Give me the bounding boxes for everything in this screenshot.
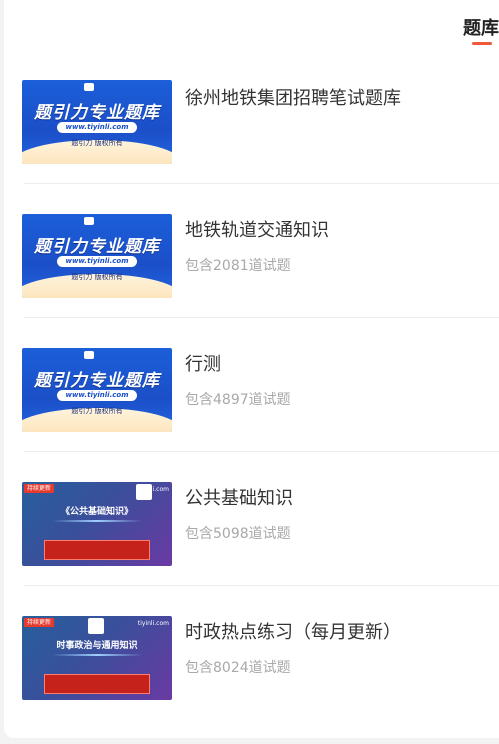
update-tag: 持续更新	[24, 484, 55, 493]
logo-icon	[84, 351, 94, 359]
course-cover-image: 持续更新 tiyinli.com 《公共基础知识》	[22, 482, 172, 566]
cover-banner	[44, 674, 150, 694]
cover-site: tiyinli.com	[137, 620, 169, 627]
cover-banner	[44, 540, 150, 560]
course-cover-image: 题引力专业题库 www.tiyinli.com 题引力 版权所有	[22, 348, 172, 432]
cover-url: www.tiyinli.com	[57, 122, 137, 133]
item-title: 行测	[185, 354, 221, 375]
item-title: 徐州地铁集团招聘笔试题库	[185, 88, 401, 109]
question-count: 包含4897道试题	[185, 392, 291, 408]
item-title: 地铁轨道交通知识	[185, 220, 329, 241]
course-cover-image: 题引力专业题库 www.tiyinli.com 题引力 版权所有	[22, 80, 172, 164]
cover-site: tiyinli.com	[137, 486, 169, 493]
list-item[interactable]: 持续更新 tiyinli.com 时事政治与通用知识 时政热点练习（每月更新） …	[4, 586, 499, 720]
list-item[interactable]: 题引力专业题库 www.tiyinli.com 题引力 版权所有 徐州地铁集团招…	[4, 50, 499, 184]
cover-title: 时事政治与通用知识	[56, 641, 138, 651]
tab-question-bank[interactable]: 题库	[463, 14, 499, 40]
logo-icon	[84, 217, 94, 225]
cover-title: 题引力专业题库	[34, 237, 160, 257]
cover-url: www.tiyinli.com	[57, 390, 137, 401]
question-bank-list: 题引力专业题库 www.tiyinli.com 题引力 版权所有 徐州地铁集团招…	[4, 50, 499, 720]
cover-title: 题引力专业题库	[34, 371, 160, 391]
cover-rights: 题引力 版权所有	[71, 407, 123, 415]
update-tag: 持续更新	[24, 618, 55, 627]
cover-rights: 题引力 版权所有	[71, 139, 123, 147]
question-count: 包含8024道试题	[185, 660, 291, 676]
active-tab-indicator	[472, 42, 492, 45]
item-title: 时政热点练习（每月更新）	[185, 622, 401, 643]
list-item[interactable]: 持续更新 tiyinli.com 《公共基础知识》 公共基础知识 包含5098道…	[4, 452, 499, 586]
tab-bar: 题库	[439, 0, 499, 50]
list-item[interactable]: 题引力专业题库 www.tiyinli.com 题引力 版权所有 行测 包含48…	[4, 318, 499, 452]
cover-rights: 题引力 版权所有	[71, 273, 123, 281]
question-bank-panel: 题库 题引力专业题库 www.tiyinli.com 题引力 版权所有 徐州地铁…	[4, 0, 499, 738]
cover-title: 《公共基础知识》	[60, 507, 133, 517]
brand-logo-icon	[88, 618, 104, 634]
item-title: 公共基础知识	[185, 488, 293, 509]
list-item[interactable]: 题引力专业题库 www.tiyinli.com 题引力 版权所有 地铁轨道交通知…	[4, 184, 499, 318]
course-cover-image: 题引力专业题库 www.tiyinli.com 题引力 版权所有	[22, 214, 172, 298]
question-count: 包含2081道试题	[185, 258, 291, 274]
cover-title: 题引力专业题库	[34, 103, 160, 123]
question-count: 包含5098道试题	[185, 526, 291, 542]
cover-url: www.tiyinli.com	[57, 256, 137, 267]
logo-icon	[84, 83, 94, 91]
course-cover-image: 持续更新 tiyinli.com 时事政治与通用知识	[22, 616, 172, 700]
